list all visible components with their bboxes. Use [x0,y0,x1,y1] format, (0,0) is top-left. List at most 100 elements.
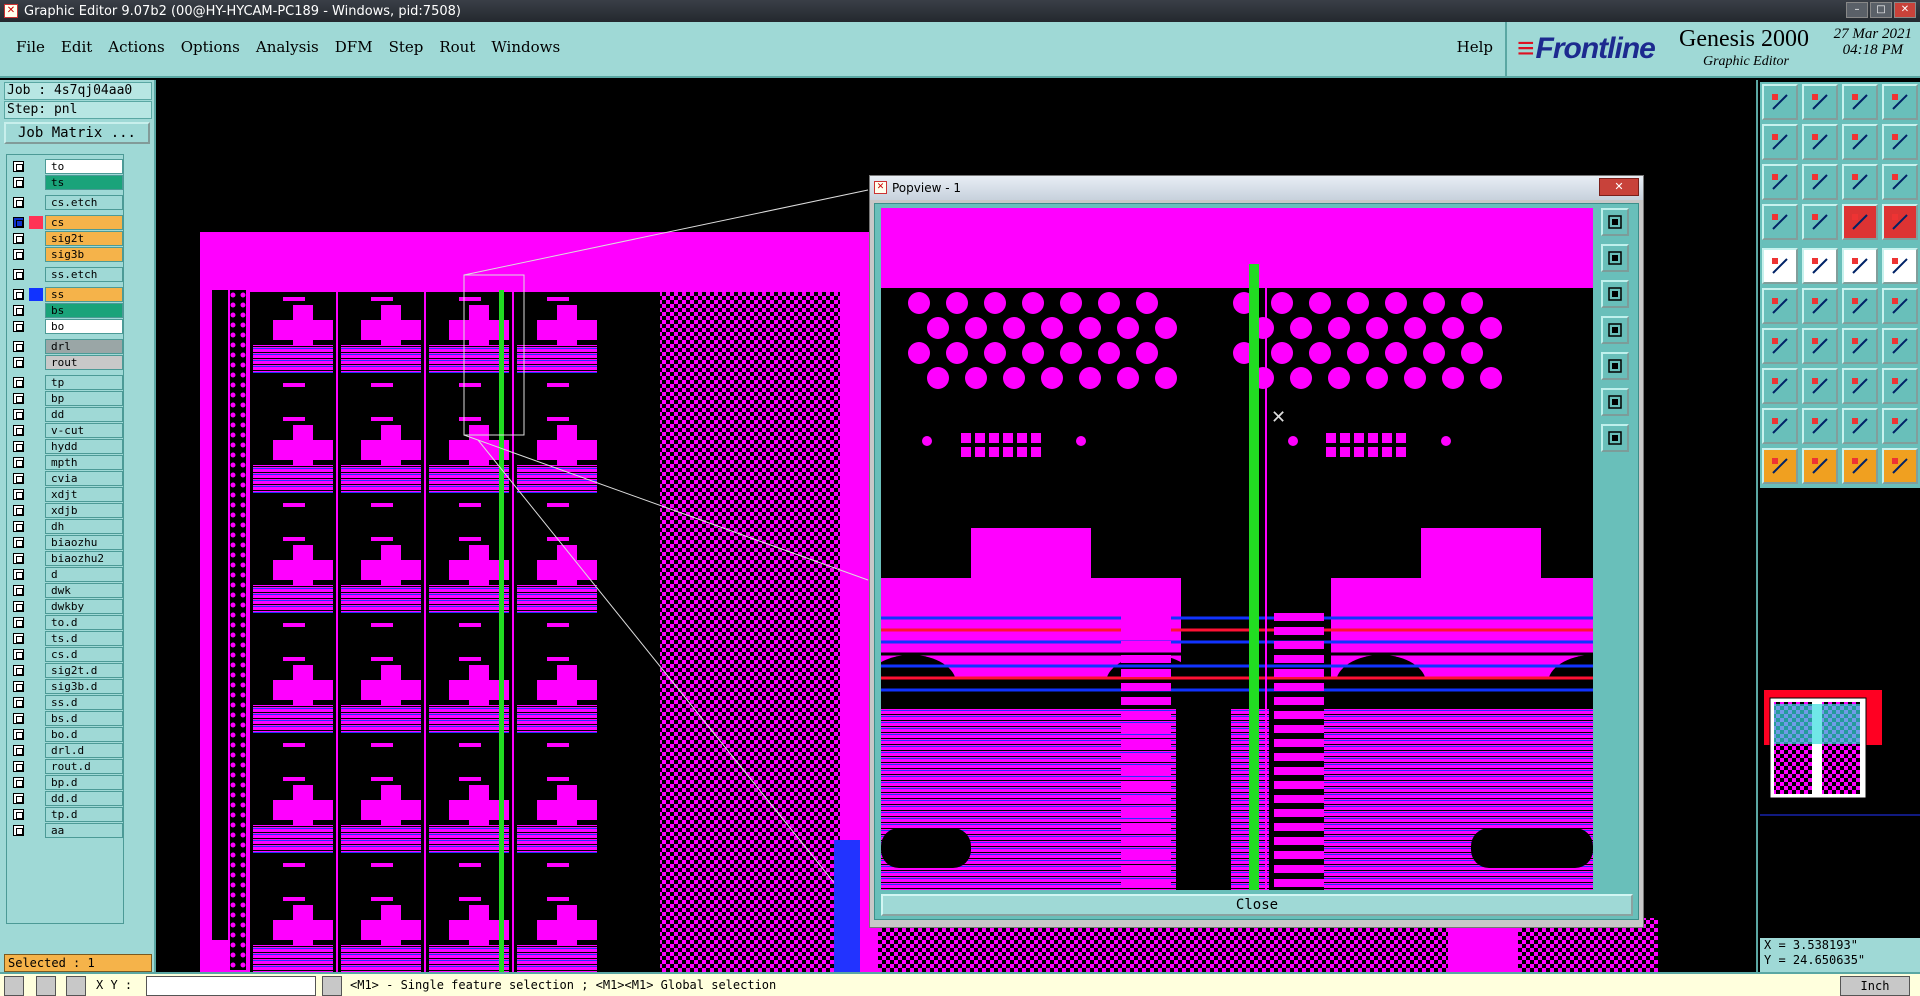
layer-checkbox[interactable] [13,249,24,260]
status-button-1[interactable] [4,976,24,996]
menu-dfm[interactable]: DFM [327,38,381,56]
snap-icon[interactable] [1882,124,1918,160]
layer-checkbox[interactable] [13,441,24,452]
fit-icon[interactable] [1762,164,1798,200]
layer-row-v-cut[interactable]: v-cut [9,423,123,438]
diagonal-line-icon[interactable] [1762,328,1798,364]
popview-titlebar[interactable]: ✕ Popview - 1 [870,176,1643,200]
intersect-icon[interactable] [1802,288,1838,324]
layer-checkbox[interactable] [13,681,24,692]
layer-red-icon[interactable] [1842,204,1878,240]
status-button-3[interactable] [66,976,86,996]
layer-row-cvia[interactable]: cvia [9,471,123,486]
pan-right-icon[interactable] [1601,352,1629,380]
zoom-in-icon[interactable] [1601,244,1629,272]
status-button-2[interactable] [36,976,56,996]
layer-checkbox[interactable] [13,537,24,548]
layer-row-ss[interactable]: ss [9,287,123,302]
layer-row-mpth[interactable]: mpth [9,455,123,470]
layer-checkbox[interactable] [13,649,24,660]
line-icon[interactable] [1842,248,1878,284]
layer-checkbox[interactable] [13,505,24,516]
layer-checkbox[interactable] [13,617,24,628]
layer-checkbox[interactable] [13,601,24,612]
pad-icon[interactable] [1762,248,1798,284]
layer-checkbox[interactable] [13,633,24,644]
layer-row-cs-d[interactable]: cs.d [9,647,123,662]
layer-checkbox[interactable] [13,393,24,404]
layer-row-dd[interactable]: dd [9,407,123,422]
layer-row-bp-d[interactable]: bp.d [9,775,123,790]
layer-row-drl[interactable]: drl [9,339,123,354]
menu-analysis[interactable]: Analysis [248,38,327,56]
layer-checkbox[interactable] [13,665,24,676]
dot-line-2-icon[interactable] [1882,288,1918,324]
layer-checkbox[interactable] [13,197,24,208]
select-3-icon[interactable] [1842,448,1878,484]
redraw-icon[interactable] [1842,124,1878,160]
layer-checkbox[interactable] [13,409,24,420]
diagonal-line-2-icon[interactable] [1802,328,1838,364]
layer-checkbox[interactable] [13,305,24,316]
layer-checkbox[interactable] [13,569,24,580]
layer-checkbox[interactable] [13,217,24,228]
zoom-fit-icon[interactable] [1601,208,1629,236]
query-icon[interactable] [1882,164,1918,200]
menu-actions[interactable]: Actions [100,38,172,56]
layer-checkbox[interactable] [13,473,24,484]
layer-row-xdjb[interactable]: xdjb [9,503,123,518]
layer-row-sig3b-d[interactable]: sig3b.d [9,679,123,694]
zoom-out-icon[interactable] [1601,280,1629,308]
layer-row-bs[interactable]: bs [9,303,123,318]
menu-rout[interactable]: Rout [431,38,483,56]
status-button-4[interactable] [322,976,342,996]
menu-options[interactable]: Options [173,38,248,56]
edit-pad-icon[interactable] [1802,248,1838,284]
arc-poly-2-icon[interactable] [1882,408,1918,444]
move-icon[interactable] [1802,368,1838,404]
layer-checkbox[interactable] [13,489,24,500]
zoom-home-icon[interactable] [1601,424,1629,452]
scale-icon[interactable] [1842,164,1878,200]
zoom-box-icon[interactable] [1601,388,1629,416]
layer-row-dh[interactable]: dh [9,519,123,534]
select-4-icon[interactable] [1882,448,1918,484]
layer-row-cs-etch[interactable]: cs.etch [9,195,123,210]
layer-checkbox[interactable] [13,713,24,724]
layer-row-bs-d[interactable]: bs.d [9,711,123,726]
layer-row-biaozhu[interactable]: biaozhu [9,535,123,550]
layer-row-dwk[interactable]: dwk [9,583,123,598]
layer-red-2-icon[interactable] [1882,204,1918,240]
layer-checkbox[interactable] [13,321,24,332]
select-icon[interactable] [1762,448,1798,484]
layer-row-ss-etch[interactable]: ss.etch [9,267,123,282]
layer-row-bo[interactable]: bo [9,319,123,334]
layer-row-drl-d[interactable]: drl.d [9,743,123,758]
layer-row-ss-d[interactable]: ss.d [9,695,123,710]
layer-checkbox[interactable] [13,553,24,564]
grid-icon[interactable] [1802,204,1838,240]
layer-row-sig2t-d[interactable]: sig2t.d [9,663,123,678]
polygon-icon[interactable] [1802,408,1838,444]
layer-row-hydd[interactable]: hydd [9,439,123,454]
shapes-icon[interactable] [1882,368,1918,404]
layer-checkbox[interactable] [13,177,24,188]
menu-step[interactable]: Step [381,38,432,56]
arc-icon[interactable] [1842,328,1878,364]
layer-checkbox[interactable] [13,697,24,708]
maximize-button[interactable]: □ [1870,2,1892,18]
measure-icon[interactable] [1762,204,1798,240]
arc-poly-icon[interactable] [1842,408,1878,444]
layer-row-bp[interactable]: bp [9,391,123,406]
select-2-icon[interactable] [1802,448,1838,484]
menu-windows[interactable]: Windows [483,38,568,56]
layer-row-dwkby[interactable]: dwkby [9,599,123,614]
layer-row-tp[interactable]: tp [9,375,123,390]
layer-row-sig2t[interactable]: sig2t [9,231,123,246]
center-icon[interactable] [1802,164,1838,200]
layer-row-biaozhu2[interactable]: biaozhu2 [9,551,123,566]
home-icon[interactable] [1842,84,1878,120]
layer-checkbox[interactable] [13,341,24,352]
triangle-icon[interactable] [1762,408,1798,444]
layer-row-dd-d[interactable]: dd.d [9,791,123,806]
